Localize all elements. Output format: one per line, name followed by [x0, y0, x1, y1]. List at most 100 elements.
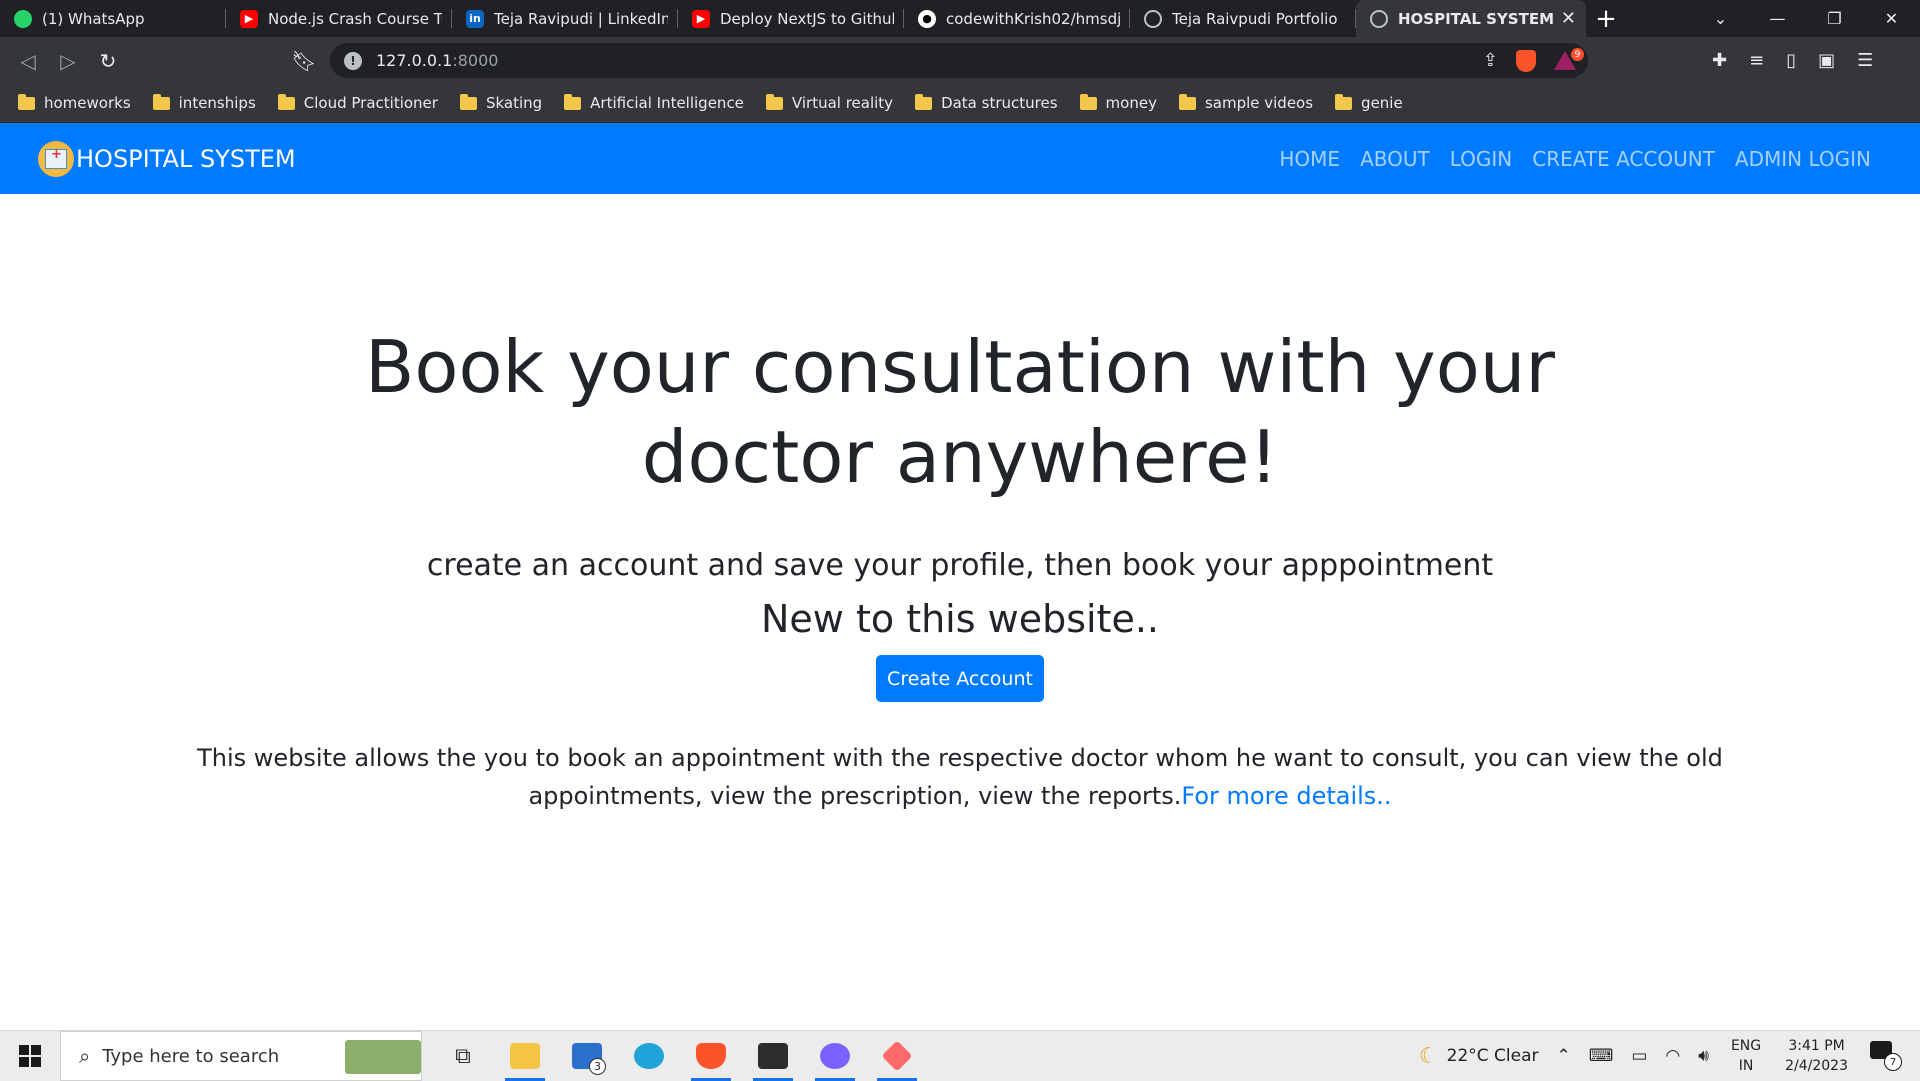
- bookmarks-bar: homeworks intenships Cloud Practitioner …: [0, 84, 1920, 123]
- nav-create-account[interactable]: CREATE ACCOUNT: [1532, 147, 1715, 171]
- nav-links: HOME ABOUT LOGIN CREATE ACCOUNT ADMIN LO…: [1279, 147, 1871, 171]
- folder-icon: [1178, 93, 1196, 110]
- bookmark-folder-artificial-intelligence[interactable]: Artificial Intelligence: [564, 93, 744, 112]
- hero-subtitle: create an account and save your profile,…: [426, 548, 1494, 583]
- folder-icon: [152, 93, 170, 110]
- tab-title: (1) WhatsApp: [42, 9, 145, 28]
- playlist-icon[interactable]: ≡: [1749, 50, 1764, 71]
- weather-moon-icon: ☾: [1418, 1043, 1439, 1069]
- forward-button[interactable]: ▷: [48, 49, 88, 73]
- tab-github[interactable]: ● codewithKrish02/hmsdjang: [904, 0, 1130, 37]
- nav-about[interactable]: ABOUT: [1360, 147, 1430, 171]
- tab-title: Deploy NextJS to Github Pa: [720, 9, 894, 28]
- notification-center-icon[interactable]: 7: [1870, 1041, 1906, 1071]
- taskbar-search-box[interactable]: ⌕ Type here to search: [60, 1031, 422, 1081]
- start-button[interactable]: [0, 1045, 60, 1067]
- new-tab-button[interactable]: +: [1586, 0, 1626, 37]
- bookmark-label: Skating: [485, 94, 543, 112]
- toolbar-right-actions: ✚ ≡ ▯ ▣ ☰: [1712, 37, 1873, 84]
- tab-linkedin[interactable]: in Teja Ravipudi | LinkedIn: [452, 0, 678, 37]
- brave-browser-icon[interactable]: [680, 1031, 742, 1081]
- hospital-logo-icon: [38, 140, 74, 177]
- tab-title: codewithKrish02/hmsdjang: [946, 9, 1120, 28]
- tab-hospital-system[interactable]: HOSPITAL SYSTEM ✕: [1356, 0, 1586, 37]
- youtube-icon: ▶: [692, 9, 710, 28]
- brand-name: HOSPITAL SYSTEM: [76, 144, 296, 173]
- share-icon[interactable]: ⇪: [1483, 50, 1498, 71]
- search-highlight-image: [345, 1040, 421, 1074]
- restore-button[interactable]: ❐: [1806, 9, 1863, 28]
- hero-title: Book your consultation with your doctor …: [365, 325, 1555, 499]
- wallet-icon[interactable]: ▣: [1818, 50, 1835, 71]
- windows-logo-icon: [19, 1045, 41, 1067]
- sidebar-icon[interactable]: ▯: [1786, 50, 1796, 71]
- folder-icon: [277, 93, 295, 110]
- tab-search-icon[interactable]: ⌄: [1692, 9, 1749, 28]
- folder-icon: [1079, 93, 1097, 110]
- whatsapp-icon: [14, 9, 32, 28]
- bookmark-label: Cloud Practitioner: [303, 94, 438, 112]
- bookmark-folder-data-structures[interactable]: Data structures: [915, 93, 1058, 112]
- brave-rewards-icon[interactable]: 9: [1554, 48, 1584, 70]
- edge-icon[interactable]: [618, 1031, 680, 1081]
- mail-badge: 3: [589, 1058, 606, 1075]
- bookmark-folder-cloud-practitioner[interactable]: Cloud Practitioner: [277, 93, 438, 112]
- site-info-icon[interactable]: !: [344, 51, 362, 70]
- chevron-up-icon[interactable]: ⌃: [1557, 1046, 1571, 1066]
- mail-icon[interactable]: 3: [556, 1031, 618, 1081]
- terminal-icon[interactable]: [742, 1031, 804, 1081]
- reload-button[interactable]: ↻: [88, 49, 128, 73]
- bookmark-label: intenships: [178, 94, 256, 112]
- meet-icon[interactable]: ⌨: [1589, 1046, 1614, 1066]
- bookmark-folder-skating[interactable]: Skating: [459, 93, 543, 112]
- site-navbar: HOSPITAL SYSTEM HOME ABOUT LOGIN CREATE …: [0, 123, 1920, 194]
- bookmark-label: money: [1105, 94, 1157, 112]
- task-view-icon[interactable]: ⧉: [432, 1031, 494, 1081]
- bookmark-folder-money[interactable]: money: [1079, 93, 1157, 112]
- extensions-icon[interactable]: ✚: [1712, 50, 1727, 71]
- rewards-badge: 9: [1571, 48, 1584, 61]
- window-controls: ⌄ — ❐ ✕: [1692, 0, 1920, 37]
- create-account-button[interactable]: Create Account: [876, 655, 1044, 702]
- clock[interactable]: 3:41 PM 2/4/2023: [1785, 1036, 1848, 1076]
- address-bar[interactable]: ! 127.0.0.1:8000 ⇪ 9: [330, 43, 1588, 78]
- bookmark-folder-virtual-reality[interactable]: Virtual reality: [765, 93, 894, 112]
- brave-shields-icon[interactable]: [1516, 49, 1536, 72]
- minimize-button[interactable]: —: [1749, 9, 1806, 28]
- search-placeholder: Type here to search: [102, 1045, 280, 1067]
- close-tab-icon[interactable]: ✕: [1561, 8, 1576, 29]
- nav-home[interactable]: HOME: [1279, 147, 1340, 171]
- volume-icon[interactable]: 🔊︎: [1698, 1046, 1709, 1066]
- bookmark-icon[interactable]: 🔖︎: [284, 49, 324, 73]
- nav-login[interactable]: LOGIN: [1450, 147, 1513, 171]
- brand-link[interactable]: HOSPITAL SYSTEM: [38, 140, 296, 177]
- back-button[interactable]: ◁: [8, 49, 48, 73]
- bookmark-folder-genie[interactable]: genie: [1335, 93, 1403, 112]
- bookmark-folder-sample-videos[interactable]: sample videos: [1178, 93, 1313, 112]
- menu-icon[interactable]: ☰: [1857, 50, 1873, 71]
- discord-icon[interactable]: [804, 1031, 866, 1081]
- tab-whatsapp[interactable]: (1) WhatsApp: [0, 0, 226, 37]
- battery-icon[interactable]: ▭: [1631, 1046, 1647, 1066]
- git-client-icon[interactable]: [866, 1031, 928, 1081]
- wifi-icon[interactable]: ◠: [1665, 1046, 1680, 1066]
- github-icon: ●: [918, 9, 936, 28]
- nav-admin-login[interactable]: ADMIN LOGIN: [1735, 147, 1871, 171]
- tab-title: Node.js Crash Course Tutor: [268, 9, 442, 28]
- youtube-icon: ▶: [240, 9, 258, 28]
- tab-deploy-nextjs[interactable]: ▶ Deploy NextJS to Github Pa: [678, 0, 904, 37]
- language-indicator[interactable]: ENG IN: [1731, 1036, 1761, 1076]
- close-window-button[interactable]: ✕: [1863, 9, 1920, 28]
- bookmark-label: Virtual reality: [791, 94, 894, 112]
- file-explorer-icon[interactable]: [494, 1031, 556, 1081]
- bookmark-folder-homeworks[interactable]: homeworks: [18, 93, 131, 112]
- globe-icon: [1370, 9, 1388, 28]
- more-details-link[interactable]: For more details..: [1181, 782, 1391, 810]
- folder-icon: [915, 93, 933, 110]
- bookmark-folder-intenships[interactable]: intenships: [152, 93, 256, 112]
- weather-text[interactable]: 22°C Clear: [1447, 1046, 1539, 1066]
- tab-nodejs-crash-course[interactable]: ▶ Node.js Crash Course Tutor: [226, 0, 452, 37]
- tab-title: HOSPITAL SYSTEM: [1398, 9, 1555, 28]
- system-tray: ☾ 22°C Clear ⌃ ⌨ ▭ ◠ 🔊︎ ENG IN 3:41 PM 2/4…: [1401, 1031, 1920, 1081]
- tab-portfolio[interactable]: Teja Raivpudi Portfolio: [1130, 0, 1356, 37]
